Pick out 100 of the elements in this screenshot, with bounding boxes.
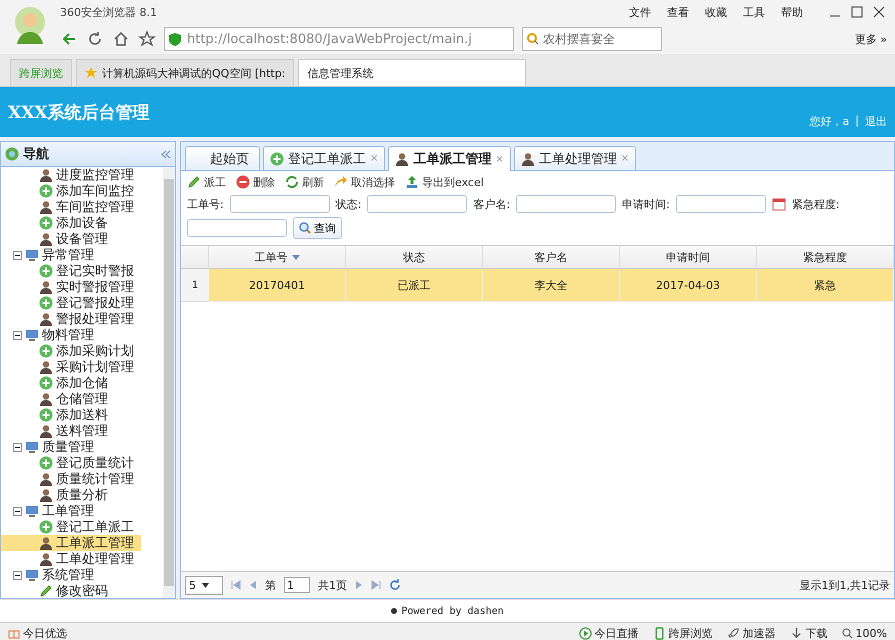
table-cell[interactable]: 已派工 bbox=[346, 269, 483, 302]
plus-circle-icon bbox=[39, 296, 53, 310]
status-item[interactable]: 跨屏浏览 bbox=[652, 626, 713, 640]
nav-item[interactable]: 仓储管理 bbox=[1, 391, 163, 407]
last-page-icon[interactable] bbox=[371, 580, 381, 590]
nav-item[interactable]: 添加采购计划 bbox=[1, 343, 163, 359]
nav-item[interactable]: 添加送料 bbox=[1, 407, 163, 423]
column-header[interactable]: 紧急程度 bbox=[757, 246, 894, 269]
nav-item[interactable]: 实时警报管理 bbox=[1, 279, 163, 295]
column-header[interactable]: 客户名 bbox=[483, 246, 620, 269]
status-item[interactable]: 加速器 bbox=[726, 626, 776, 640]
close-icon[interactable] bbox=[873, 6, 885, 18]
nav-group[interactable]: 系统管理 bbox=[42, 566, 94, 584]
nav-group[interactable]: 工单管理 bbox=[42, 502, 94, 520]
nav-item[interactable]: 进度监控管理 bbox=[1, 167, 163, 183]
nav-item[interactable]: 登记实时警报 bbox=[1, 263, 163, 279]
nav-group[interactable]: 异常管理 bbox=[42, 246, 94, 264]
browser-tab[interactable]: 计算机源码大神调试的QQ空间 [http: bbox=[76, 59, 294, 86]
status-item[interactable]: 下载 bbox=[790, 626, 828, 640]
person-icon bbox=[520, 152, 535, 166]
input-field[interactable] bbox=[516, 195, 616, 213]
person-icon bbox=[39, 232, 53, 246]
maximize-icon[interactable] bbox=[851, 6, 863, 18]
page-field[interactable]: 1 bbox=[284, 577, 310, 593]
column-header[interactable]: 工单号 bbox=[209, 246, 346, 269]
previous-page-icon[interactable] bbox=[249, 580, 257, 590]
home-icon[interactable] bbox=[112, 30, 130, 48]
collapse-icon[interactable] bbox=[161, 150, 171, 158]
next-page-icon[interactable] bbox=[355, 580, 363, 590]
input-field[interactable] bbox=[230, 195, 330, 213]
date-field[interactable] bbox=[676, 195, 766, 213]
table-cell[interactable]: 紧急 bbox=[757, 269, 894, 302]
nav-item[interactable]: 修改密码 bbox=[1, 583, 163, 598]
tab[interactable]: 起始页 bbox=[185, 146, 260, 170]
nav-item[interactable]: 工单处理管理 bbox=[1, 551, 163, 567]
input-field[interactable] bbox=[187, 219, 287, 237]
search-field[interactable]: 农村摆喜宴全 bbox=[522, 27, 662, 51]
nav-item[interactable]: 登记工单派工 bbox=[1, 519, 163, 535]
menu-item[interactable]: 查看 bbox=[667, 4, 689, 20]
nav-item[interactable]: 车间监控管理 bbox=[1, 199, 163, 215]
page-size-select[interactable]: 5 bbox=[185, 576, 223, 594]
input-field[interactable] bbox=[367, 195, 468, 213]
toolbar-button[interactable]: 删除 bbox=[236, 174, 275, 190]
menu-item[interactable]: 工具 bbox=[743, 4, 765, 20]
status-item[interactable]: 今日优选 bbox=[8, 626, 67, 640]
nav-item[interactable]: 添加车间监控 bbox=[1, 183, 163, 199]
nav-item[interactable]: 警报处理管理 bbox=[1, 311, 163, 327]
search-icon bbox=[842, 628, 853, 638]
plus-circle-icon bbox=[39, 408, 53, 422]
dropdown-caret-icon bbox=[202, 582, 209, 588]
nav-item[interactable]: 工单派工管理 bbox=[1, 535, 141, 551]
address-field[interactable]: http://localhost:8080/JavaWebProject/main.j bbox=[164, 27, 514, 51]
nav-item[interactable]: 登记警报处理 bbox=[1, 295, 163, 311]
monitor-icon bbox=[25, 568, 39, 582]
nav-item[interactable]: 添加设备 bbox=[1, 215, 163, 231]
person-icon bbox=[39, 424, 53, 438]
minus-box-icon[interactable] bbox=[13, 570, 22, 580]
nav-item[interactable]: 设备管理 bbox=[1, 231, 163, 247]
table-cell[interactable]: 2017-04-03 bbox=[620, 269, 757, 302]
calendar-icon[interactable] bbox=[772, 197, 786, 211]
search-button[interactable]: 查询 bbox=[293, 217, 342, 239]
star-icon[interactable] bbox=[138, 30, 156, 48]
toolbar-button[interactable]: 导出到excel bbox=[405, 174, 484, 190]
plus-circle-icon bbox=[39, 520, 53, 534]
nav-group[interactable]: 质量管理 bbox=[42, 438, 94, 456]
table-cell[interactable]: 李大全 bbox=[483, 269, 620, 302]
toolbar-button[interactable]: 取消选择 bbox=[334, 174, 395, 190]
toolbar-button[interactable]: 刷新 bbox=[285, 174, 324, 190]
refresh-icon[interactable] bbox=[389, 579, 401, 591]
minus-box-icon[interactable] bbox=[13, 442, 22, 452]
nav-item[interactable]: 送料管理 bbox=[1, 423, 163, 439]
column-header[interactable]: 申请时间 bbox=[620, 246, 757, 269]
minus-box-icon[interactable] bbox=[13, 330, 22, 340]
nav-item[interactable]: 质量统计管理 bbox=[1, 471, 163, 487]
first-page-icon[interactable] bbox=[231, 580, 241, 590]
minus-box-icon[interactable] bbox=[13, 250, 22, 260]
plus-circle-icon bbox=[39, 184, 53, 198]
menu-item[interactable]: 收藏 bbox=[705, 4, 727, 20]
nav-item[interactable]: 添加仓储 bbox=[1, 375, 163, 391]
menu-item[interactable]: 文件 bbox=[629, 4, 651, 20]
scrollbar[interactable] bbox=[163, 167, 175, 598]
table-cell[interactable]: 20170401 bbox=[209, 269, 346, 302]
tab[interactable]: 工单派工管理 × bbox=[388, 146, 511, 171]
minus-box-icon[interactable] bbox=[13, 506, 22, 516]
nav-item[interactable]: 登记质量统计 bbox=[1, 455, 163, 471]
zoom-level[interactable]: 100% bbox=[842, 626, 887, 640]
phone-icon bbox=[652, 626, 666, 640]
nav-group[interactable]: 物料管理 bbox=[42, 326, 94, 344]
person-icon bbox=[39, 488, 53, 502]
menu-item[interactable]: 帮助 bbox=[781, 4, 803, 20]
more-menu[interactable]: 更多 » bbox=[854, 32, 895, 46]
person-icon bbox=[39, 392, 53, 406]
nav-item[interactable]: 质量分析 bbox=[1, 487, 163, 503]
column-header[interactable]: 状态 bbox=[346, 246, 483, 269]
nav-item[interactable]: 采购计划管理 bbox=[1, 359, 163, 375]
tab[interactable]: 工单处理管理 × bbox=[514, 146, 636, 170]
browser-tab[interactable]: 信息管理系统 bbox=[298, 59, 526, 86]
tab[interactable]: 登记工单派工 × bbox=[263, 146, 386, 170]
status-item[interactable]: 今日直播 bbox=[578, 626, 639, 640]
toolbar-button[interactable]: 派工 bbox=[187, 174, 226, 190]
